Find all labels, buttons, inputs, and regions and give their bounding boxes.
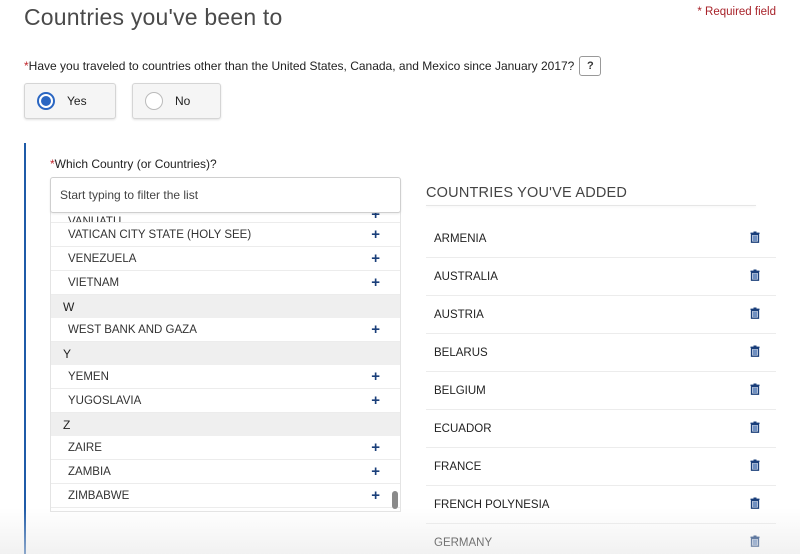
country-name: ZAMBIA xyxy=(68,465,111,478)
plus-icon[interactable]: + xyxy=(371,227,380,242)
added-country-name: AUSTRALIA xyxy=(434,270,498,283)
plus-icon[interactable]: + xyxy=(371,251,380,266)
added-countries-list: ARMENIA AUSTRALIA AUSTRIA BELARUS BELGIUM ECU… xyxy=(426,220,776,554)
added-country-name: FRANCE xyxy=(434,460,482,473)
countries-section: *Which Country (or Countries)? VANUATU+V… xyxy=(24,143,800,554)
radio-option-no[interactable]: No xyxy=(132,83,221,119)
trash-icon[interactable] xyxy=(750,307,760,322)
added-country-name: BELARUS xyxy=(434,346,488,359)
plus-icon[interactable]: + xyxy=(371,393,380,408)
letter-label: Z xyxy=(63,417,71,432)
trash-icon[interactable] xyxy=(750,421,760,436)
plus-icon[interactable]: + xyxy=(371,275,380,290)
letter-group-header: W xyxy=(51,295,400,318)
country-option-row[interactable]: ZAMBIA + xyxy=(51,460,400,484)
letter-label: Y xyxy=(63,346,72,361)
country-picker-label-text: Which Country (or Countries)? xyxy=(54,157,217,171)
country-option-row[interactable]: YEMEN + xyxy=(51,365,400,389)
help-button[interactable]: ? xyxy=(579,56,602,76)
added-country-name: ARMENIA xyxy=(434,232,487,245)
country-list[interactable]: VANUATU + VATICAN CITY STATE (HOLY SEE) + VE… xyxy=(50,211,401,512)
added-country-row: FRENCH POLYNESIA xyxy=(426,486,776,524)
plus-icon[interactable]: + xyxy=(371,464,380,479)
country-option-row[interactable]: YUGOSLAVIA + xyxy=(51,389,400,413)
plus-icon[interactable]: + xyxy=(371,488,380,503)
country-name: VIETNAM xyxy=(68,276,120,289)
trash-icon[interactable] xyxy=(750,383,760,398)
letter-label: W xyxy=(63,299,75,314)
trash-icon[interactable] xyxy=(750,345,760,360)
trash-icon[interactable] xyxy=(750,459,760,474)
added-country-name: FRENCH POLYNESIA xyxy=(434,498,550,511)
country-name: YEMEN xyxy=(68,370,109,383)
country-name: WEST BANK AND GAZA xyxy=(68,323,197,336)
country-name: VANUATU xyxy=(68,216,122,223)
radio-option-yes[interactable]: Yes xyxy=(24,83,116,119)
radio-label-no: No xyxy=(175,94,191,108)
added-country-row: ARMENIA xyxy=(426,220,776,258)
country-picker-label: *Which Country (or Countries)? xyxy=(50,157,217,171)
added-country-name: GERMANY xyxy=(434,536,493,549)
letter-group-header: Z xyxy=(51,413,400,436)
radio-unchecked-icon[interactable] xyxy=(145,92,163,110)
added-country-row: BELGIUM xyxy=(426,372,776,410)
plus-icon[interactable]: + xyxy=(371,440,380,455)
letter-group-header: Y xyxy=(51,342,400,365)
country-option-row[interactable]: VIETNAM + xyxy=(51,271,400,295)
country-option-row[interactable]: ZIMBABWE + xyxy=(51,484,400,508)
added-country-name: BELGIUM xyxy=(434,384,486,397)
trash-icon[interactable] xyxy=(750,231,760,246)
added-country-row: GERMANY xyxy=(426,524,776,554)
country-name: VATICAN CITY STATE (HOLY SEE) xyxy=(68,228,252,241)
country-option-row[interactable]: ZAIRE + xyxy=(51,436,400,460)
list-scrollbar[interactable] xyxy=(392,491,398,509)
added-countries-header: COUNTRIES YOU'VE ADDED xyxy=(426,185,628,201)
trash-icon[interactable] xyxy=(750,497,760,512)
country-option-row[interactable]: WEST BANK AND GAZA + xyxy=(51,318,400,342)
country-name: VENEZUELA xyxy=(68,252,137,265)
travel-question-text: Have you traveled to countries other tha… xyxy=(28,59,575,73)
added-country-row: AUSTRIA xyxy=(426,296,776,334)
country-option-row[interactable]: VENEZUELA + xyxy=(51,247,400,271)
plus-icon[interactable]: + xyxy=(371,322,380,337)
country-name: YUGOSLAVIA xyxy=(68,394,142,407)
added-country-row: AUSTRALIA xyxy=(426,258,776,296)
trash-icon[interactable] xyxy=(750,269,760,284)
added-country-row: ECUADOR xyxy=(426,410,776,448)
plus-icon[interactable]: + xyxy=(371,369,380,384)
radio-checked-icon[interactable] xyxy=(37,92,55,110)
travel-radio-group: Yes No xyxy=(24,83,221,119)
added-country-row: BELARUS xyxy=(426,334,776,372)
required-field-note: * Required field xyxy=(697,6,776,18)
trash-icon[interactable] xyxy=(750,535,760,550)
travel-question: * Have you traveled to countries other t… xyxy=(24,56,602,76)
added-country-name: AUSTRIA xyxy=(434,308,484,321)
added-country-row: FRANCE xyxy=(426,448,776,486)
added-country-name: ECUADOR xyxy=(434,422,492,435)
country-name: ZIMBABWE xyxy=(68,489,130,502)
country-option-row[interactable]: VATICAN CITY STATE (HOLY SEE) + xyxy=(51,223,400,247)
page-title: Countries you've been to xyxy=(24,4,283,30)
radio-label-yes: Yes xyxy=(67,94,87,108)
country-name: ZAIRE xyxy=(68,441,102,454)
country-filter-input[interactable] xyxy=(50,177,401,213)
divider xyxy=(426,205,756,206)
